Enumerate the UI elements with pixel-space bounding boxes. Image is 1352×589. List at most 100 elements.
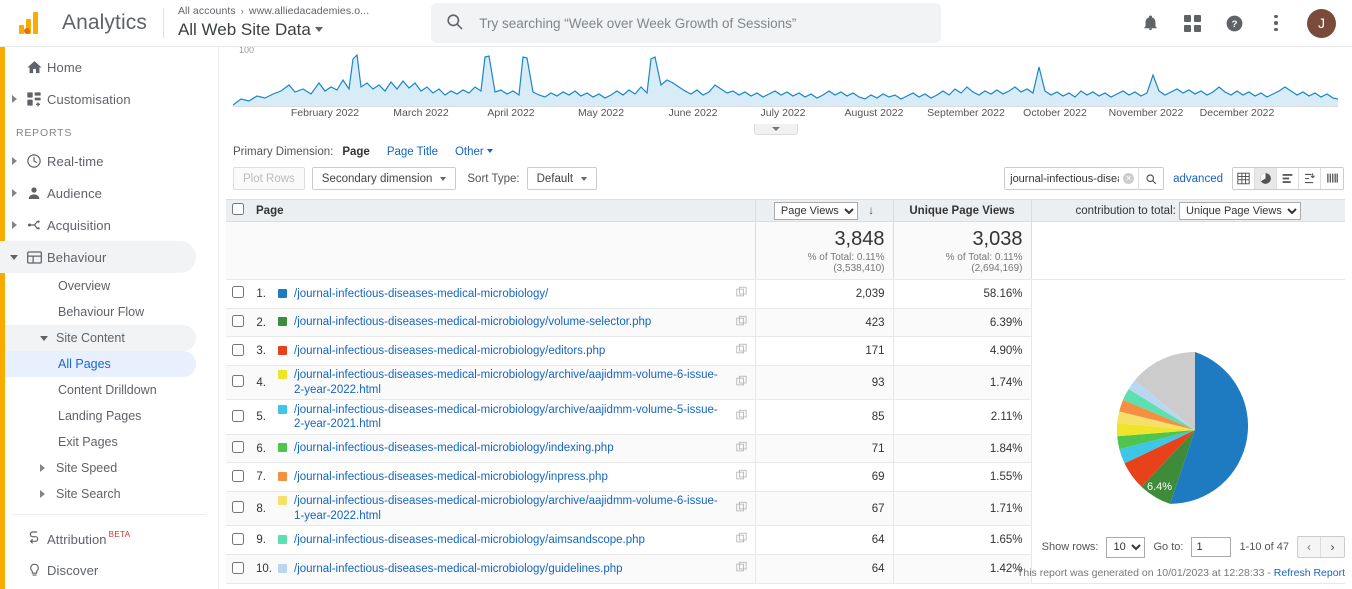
page-link[interactable]: /journal-infectious-diseases-medical-mic… — [294, 344, 633, 358]
open-in-new-icon[interactable] — [736, 441, 748, 456]
page-link[interactable]: /journal-infectious-diseases-medical-mic… — [294, 494, 747, 523]
sidebar-item-behaviour-flow[interactable]: Behaviour Flow — [0, 299, 218, 325]
sidebar-item-landing-pages[interactable]: Landing Pages — [0, 403, 218, 429]
row-checkbox-cell[interactable] — [226, 337, 248, 366]
row-checkbox-cell[interactable] — [226, 400, 248, 434]
expand-arrow-icon[interactable] — [7, 189, 21, 197]
sort-type-button[interactable]: Default — [527, 167, 597, 190]
notifications-bell-icon[interactable] — [1139, 12, 1161, 34]
advanced-filter-link[interactable]: advanced — [1173, 173, 1223, 185]
more-options-icon[interactable] — [1265, 12, 1287, 34]
open-in-new-icon[interactable] — [736, 344, 748, 359]
open-in-new-icon[interactable] — [736, 315, 748, 330]
account-selector[interactable]: All accounts › www.alliedacademies.o... … — [178, 5, 369, 40]
open-in-new-icon[interactable] — [736, 562, 748, 577]
row-checkbox-cell[interactable] — [226, 463, 248, 492]
row-checkbox[interactable] — [232, 375, 244, 387]
metric-select[interactable]: Page Views — [774, 202, 858, 220]
sidebar-item-attribution[interactable]: AttributionBETA — [0, 522, 218, 554]
performance-view-icon[interactable] — [1277, 168, 1299, 189]
expand-arrow-icon[interactable] — [7, 157, 21, 165]
row-checkbox[interactable] — [232, 470, 244, 482]
row-checkbox-cell[interactable] — [226, 366, 248, 400]
collapse-arrow-icon[interactable] — [40, 336, 52, 341]
sidebar-item-content-drilldown[interactable]: Content Drilldown — [0, 377, 218, 403]
row-checkbox-cell[interactable] — [226, 555, 248, 584]
open-in-new-icon[interactable] — [736, 286, 748, 301]
plot-rows-button[interactable]: Plot Rows — [233, 167, 305, 190]
pie-view-icon[interactable] — [1255, 168, 1277, 189]
primary-dimension-page[interactable]: Page — [342, 146, 370, 158]
expand-arrow-icon[interactable] — [7, 221, 21, 229]
expand-arrow-icon[interactable] — [40, 490, 52, 498]
page-link[interactable]: /journal-infectious-diseases-medical-mic… — [294, 403, 747, 432]
open-in-new-icon[interactable] — [736, 410, 748, 425]
search-box[interactable] — [431, 3, 941, 43]
header-metric-select[interactable]: Page Views ↓ — [755, 200, 893, 222]
sidebar-item-site-speed[interactable]: Site Speed — [0, 455, 218, 481]
open-in-new-icon[interactable] — [736, 501, 748, 516]
row-checkbox-cell[interactable] — [226, 434, 248, 463]
avatar[interactable]: J — [1307, 9, 1336, 38]
show-rows-select[interactable]: 10 — [1106, 537, 1145, 558]
expand-arrow-icon[interactable] — [40, 464, 52, 472]
view-name[interactable]: All Web Site Data — [178, 19, 369, 40]
sidebar-item-overview[interactable]: Overview — [0, 273, 218, 299]
refresh-report-link[interactable]: Refresh Report — [1274, 567, 1345, 579]
table-filter[interactable]: ✕ — [1004, 167, 1164, 190]
select-all-header[interactable] — [226, 200, 248, 222]
row-checkbox-cell[interactable] — [226, 308, 248, 337]
header-unique-page-views[interactable]: Unique Page Views — [893, 200, 1031, 222]
sort-descending-icon[interactable]: ↓ — [868, 203, 874, 217]
row-checkbox[interactable] — [232, 315, 244, 327]
primary-dimension-page-title[interactable]: Page Title — [387, 146, 438, 158]
select-all-checkbox[interactable] — [232, 203, 244, 215]
prev-page-button[interactable]: ‹ — [1298, 537, 1321, 557]
sidebar-item-exit-pages[interactable]: Exit Pages — [0, 429, 218, 455]
row-checkbox[interactable] — [232, 410, 244, 422]
clear-icon[interactable]: ✕ — [1123, 173, 1134, 184]
goto-page-input[interactable] — [1191, 537, 1231, 557]
page-link[interactable]: /journal-infectious-diseases-medical-mic… — [294, 441, 642, 455]
header-page[interactable]: Page — [248, 200, 755, 222]
contribution-metric-select[interactable]: Unique Page Views — [1179, 202, 1301, 220]
page-link[interactable]: /journal-infectious-diseases-medical-mic… — [294, 470, 636, 484]
row-checkbox[interactable] — [232, 286, 244, 298]
sidebar-item-acquisition[interactable]: Acquisition — [0, 209, 218, 241]
collapse-arrow-icon[interactable] — [7, 255, 21, 260]
sessions-trend-chart[interactable]: 100 — [233, 47, 1338, 107]
row-checkbox[interactable] — [232, 441, 244, 453]
expand-arrow-icon[interactable] — [7, 95, 21, 103]
sidebar-item-home[interactable]: Home — [0, 51, 218, 83]
row-checkbox[interactable] — [232, 344, 244, 356]
sidebar-item-site-search[interactable]: Site Search — [0, 481, 218, 507]
filter-search-icon[interactable] — [1138, 167, 1163, 190]
search-input[interactable] — [477, 15, 927, 32]
table-row[interactable]: 1. /journal-infectious-diseases-medical-… — [226, 280, 1345, 309]
sidebar-item-real-time[interactable]: Real-time — [0, 145, 218, 177]
row-checkbox[interactable] — [232, 501, 244, 513]
sidebar-item-customisation[interactable]: Customisation — [0, 83, 218, 115]
row-checkbox[interactable] — [232, 562, 244, 574]
sidebar-item-audience[interactable]: Audience — [0, 177, 218, 209]
page-link[interactable]: /journal-infectious-diseases-medical-mic… — [294, 562, 651, 576]
help-icon[interactable]: ? — [1223, 12, 1245, 34]
page-link[interactable]: /journal-infectious-diseases-medical-mic… — [294, 315, 679, 329]
sidebar-item-discover[interactable]: Discover — [0, 554, 218, 586]
page-link[interactable]: /journal-infectious-diseases-medical-mic… — [294, 287, 576, 301]
comparison-view-icon[interactable] — [1299, 168, 1321, 189]
sidebar-item-all-pages[interactable]: All Pages — [0, 351, 196, 377]
primary-dimension-other[interactable]: Other — [455, 146, 493, 158]
next-page-button[interactable]: › — [1321, 537, 1344, 557]
row-checkbox-cell[interactable] — [226, 280, 248, 309]
open-in-new-icon[interactable] — [736, 375, 748, 390]
sidebar-item-site-content[interactable]: Site Content — [0, 325, 196, 351]
row-checkbox-cell[interactable] — [226, 492, 248, 526]
open-in-new-icon[interactable] — [736, 470, 748, 485]
filter-input[interactable] — [1005, 168, 1123, 189]
apps-grid-icon[interactable] — [1181, 12, 1203, 34]
sidebar-item-behaviour[interactable]: Behaviour — [0, 241, 196, 273]
table-view-icon[interactable] — [1233, 168, 1255, 189]
pivot-view-icon[interactable] — [1321, 168, 1343, 189]
secondary-dimension-button[interactable]: Secondary dimension — [312, 167, 457, 190]
